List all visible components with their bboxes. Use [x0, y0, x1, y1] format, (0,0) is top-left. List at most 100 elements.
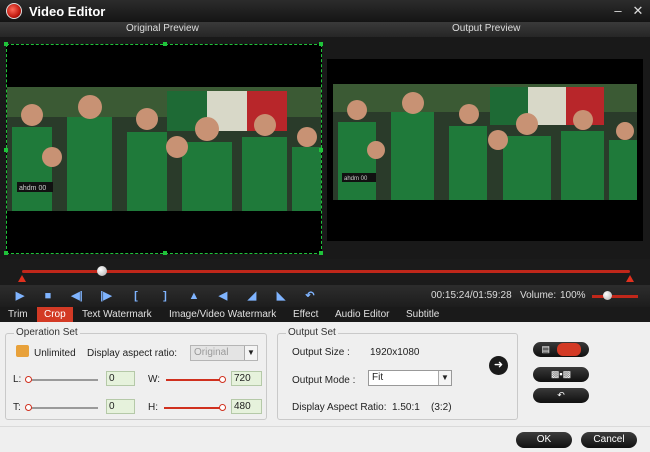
preview-area: ahdm 00 ahdm 00 — [0, 37, 650, 259]
crop-handle[interactable] — [4, 148, 8, 152]
top-input[interactable]: 0 — [106, 399, 135, 414]
tab-audio-editor[interactable]: Audio Editor — [335, 307, 406, 322]
width-label: W: — [148, 374, 161, 385]
unlimited-icon[interactable] — [16, 345, 29, 357]
aspect-ratio-select: Original ▼ — [190, 345, 258, 361]
operation-set-title: Operation Set — [14, 327, 80, 338]
time-readout: 00:15:24/01:59:28 — [431, 290, 512, 301]
document-icon: ▤ — [541, 344, 550, 354]
close-icon[interactable]: ✕ — [630, 3, 646, 19]
left-input[interactable]: 0 — [106, 371, 135, 386]
end-marker-icon[interactable] — [626, 275, 634, 282]
crop-handle[interactable] — [163, 42, 167, 46]
tab-effect[interactable]: Effect — [293, 307, 335, 322]
svg-text:ahdm 00: ahdm 00 — [19, 185, 46, 192]
tab-crop[interactable]: Crop — [37, 307, 73, 322]
ok-button[interactable]: OK — [516, 432, 572, 448]
width-input[interactable]: 720 — [231, 371, 262, 386]
start-marker-icon[interactable] — [18, 275, 26, 282]
volume-slider[interactable] — [592, 295, 638, 298]
undo-icon: ↶ — [557, 390, 565, 400]
crop-handle[interactable] — [319, 251, 323, 255]
output-size-label: Output Size : — [292, 347, 350, 358]
tab-image-video-watermark[interactable]: Image/Video Watermark — [169, 307, 293, 322]
original-video-frame: ahdm 00 — [7, 87, 321, 211]
unlimited-label[interactable]: Unlimited — [34, 348, 76, 359]
reset-button[interactable]: ↶ — [533, 388, 589, 403]
output-mode-label: Output Mode : — [292, 375, 356, 386]
title-bar: Video Editor – ✕ — [0, 0, 650, 22]
top-slider[interactable] — [28, 407, 98, 409]
width-slider-fill — [166, 379, 224, 381]
output-mode-value: Fit — [372, 372, 384, 383]
app-logo-icon — [6, 3, 22, 19]
chevron-down-icon: ▼ — [438, 371, 451, 385]
operation-set-group: Operation Set Unlimited Display aspect r… — [5, 327, 267, 420]
crop-handle[interactable] — [4, 251, 8, 255]
original-preview[interactable]: ahdm 00 — [4, 42, 323, 255]
volume-label: Volume: — [520, 290, 557, 301]
display-aspect-ratio-label: Display Aspect Ratio: — [292, 402, 387, 413]
mark-in-icon[interactable]: [ — [128, 288, 144, 304]
height-slider-knob[interactable] — [219, 404, 226, 411]
tab-trim[interactable]: Trim — [8, 307, 37, 322]
grid-icon: ▩▪▩ — [550, 369, 572, 379]
height-label: H: — [148, 402, 158, 413]
aspect-ratio-label: Display aspect ratio: — [87, 348, 178, 359]
arrow-right-icon[interactable]: ➜ — [489, 356, 508, 375]
crop-panel: Operation Set Unlimited Display aspect r… — [0, 322, 650, 426]
next-frame-icon[interactable]: |▶ — [98, 288, 114, 304]
output-set-title: Output Set — [286, 327, 338, 338]
crop-handle[interactable] — [319, 148, 323, 152]
output-preview: ahdm 00 — [327, 59, 643, 241]
output-mode-select[interactable]: Fit ▼ — [368, 370, 452, 386]
timeline[interactable] — [0, 259, 650, 285]
output-video-frame: ahdm 00 — [333, 84, 637, 200]
chevron-down-icon: ▼ — [244, 346, 257, 360]
apply-settings-button[interactable]: ▤ — [533, 342, 589, 357]
svg-text:ahdm 00: ahdm 00 — [344, 176, 368, 182]
volume-slider-knob[interactable] — [603, 291, 612, 300]
crop-handle[interactable] — [163, 251, 167, 255]
dialog-footer: OK Cancel — [0, 426, 650, 452]
output-preview-label: Output Preview — [452, 23, 521, 34]
left-label: L: — [13, 374, 22, 385]
flip-vertical-icon[interactable]: ▲ — [186, 288, 202, 304]
minimize-icon[interactable]: – — [610, 3, 626, 19]
crop-handle[interactable] — [319, 42, 323, 46]
aspect-ratio-value: Original — [194, 347, 229, 358]
undo-icon[interactable]: ↶ — [302, 288, 318, 304]
rotate-left-icon[interactable]: ◢ — [244, 288, 260, 304]
stop-icon[interactable]: ■ — [40, 288, 56, 304]
timeline-track[interactable] — [22, 270, 630, 273]
play-icon[interactable]: ▶ — [12, 288, 28, 304]
output-set-group: Output Set Output Size : 1920x1080 Outpu… — [277, 327, 518, 420]
display-aspect-ratio-fraction: (3:2) — [431, 402, 452, 413]
left-slider[interactable] — [28, 379, 98, 381]
rotate-right-icon[interactable]: ◣ — [273, 288, 289, 304]
split-view-button[interactable]: ▩▪▩ — [533, 367, 589, 382]
flip-horizontal-icon[interactable]: ◀ — [215, 288, 231, 304]
top-slider-knob[interactable] — [25, 404, 32, 411]
playback-controls: ▶ ■ ◀| |▶ [ ] ▲ ◀ ◢ ◣ ↶ 00:15:24/01:59:2… — [0, 285, 650, 307]
window-title: Video Editor — [29, 3, 106, 19]
mark-out-icon[interactable]: ] — [157, 288, 173, 304]
user-check-icon — [556, 343, 581, 357]
previous-frame-icon[interactable]: ◀| — [69, 288, 85, 304]
cancel-button[interactable]: Cancel — [581, 432, 637, 448]
original-preview-label: Original Preview — [126, 23, 199, 34]
height-slider-fill — [164, 407, 224, 409]
tab-text-watermark[interactable]: Text Watermark — [82, 307, 169, 322]
display-aspect-ratio-value: 1.50:1 — [392, 402, 420, 413]
playhead-handle[interactable] — [97, 266, 107, 276]
height-input[interactable]: 480 — [231, 399, 262, 414]
preview-header: Original Preview Output Preview — [0, 22, 650, 37]
volume-value: 100% — [560, 290, 586, 301]
left-slider-knob[interactable] — [25, 376, 32, 383]
editor-tabs: Trim Crop Text Watermark Image/Video Wat… — [0, 307, 650, 322]
width-slider-knob[interactable] — [219, 376, 226, 383]
top-label: T: — [13, 402, 21, 413]
crop-handle[interactable] — [4, 42, 8, 46]
output-size-value: 1920x1080 — [370, 347, 420, 358]
tab-subtitle[interactable]: Subtitle — [406, 307, 456, 322]
